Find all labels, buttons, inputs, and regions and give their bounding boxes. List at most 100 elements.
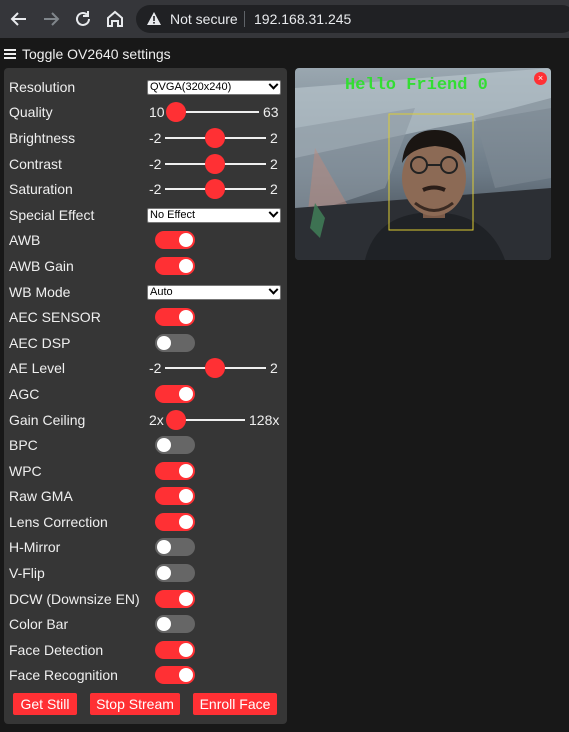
setting-saturation: Saturation -2 2 bbox=[9, 177, 283, 201]
stop-stream-button[interactable]: Stop Stream bbox=[90, 693, 180, 715]
setting-brightness: Brightness -2 2 bbox=[9, 126, 283, 150]
enroll-face-button[interactable]: Enroll Face bbox=[193, 693, 277, 715]
setting-color-bar: Color Bar bbox=[9, 612, 283, 636]
saturation-label: Saturation bbox=[9, 181, 73, 197]
setting-ae-level: AE Level -2 2 bbox=[9, 356, 283, 380]
home-icon[interactable] bbox=[102, 6, 128, 32]
resolution-select[interactable]: QVGA(320x240) bbox=[147, 79, 281, 95]
gain-ceiling-min: 2x bbox=[149, 412, 164, 428]
bpc-toggle[interactable] bbox=[155, 436, 195, 454]
wb-mode-select[interactable]: Auto bbox=[147, 284, 281, 300]
ae-level-thumb[interactable] bbox=[205, 358, 225, 378]
bpc-label: BPC bbox=[9, 437, 38, 453]
awb-toggle[interactable] bbox=[155, 231, 195, 249]
aec-sensor-toggle[interactable] bbox=[155, 308, 195, 326]
awb-label: AWB bbox=[9, 232, 41, 248]
color-bar-toggle[interactable] bbox=[155, 615, 195, 633]
contrast-min: -2 bbox=[149, 156, 162, 172]
face-recognition-toggle[interactable] bbox=[155, 666, 195, 684]
raw-gma-toggle[interactable] bbox=[155, 487, 195, 505]
wb-mode-label: WB Mode bbox=[9, 284, 71, 300]
url-text[interactable]: 192.168.31.245 bbox=[254, 11, 351, 27]
security-label[interactable]: Not secure bbox=[170, 11, 238, 27]
chevron-down-icon bbox=[268, 207, 279, 218]
setting-face-detection: Face Detection bbox=[9, 638, 283, 662]
saturation-min: -2 bbox=[149, 181, 162, 197]
chevron-down-icon bbox=[268, 79, 279, 90]
face-detection-toggle[interactable] bbox=[155, 641, 195, 659]
setting-bpc: BPC bbox=[9, 433, 283, 457]
lens-correction-label: Lens Correction bbox=[9, 514, 108, 530]
setting-face-recognition: Face Recognition bbox=[9, 663, 283, 687]
contrast-max: 2 bbox=[270, 156, 278, 172]
ae-level-max: 2 bbox=[270, 360, 278, 376]
gain-ceiling-max: 128x bbox=[249, 412, 280, 428]
ae-level-label: AE Level bbox=[9, 360, 66, 376]
gain-ceiling-thumb[interactable] bbox=[166, 410, 186, 430]
h-mirror-label: H-Mirror bbox=[9, 539, 61, 555]
lens-correction-toggle[interactable] bbox=[155, 513, 195, 531]
setting-agc: AGC bbox=[9, 382, 283, 406]
v-flip-label: V-Flip bbox=[9, 565, 45, 581]
setting-v-flip: V-Flip bbox=[9, 561, 283, 585]
setting-dcw: DCW (Downsize EN) bbox=[9, 587, 283, 611]
quality-label: Quality bbox=[9, 104, 53, 120]
wpc-label: WPC bbox=[9, 463, 42, 479]
contrast-thumb[interactable] bbox=[205, 154, 225, 174]
back-icon[interactable] bbox=[6, 6, 32, 32]
aec-sensor-label: AEC SENSOR bbox=[9, 309, 101, 325]
dcw-label: DCW (Downsize EN) bbox=[9, 591, 140, 607]
aec-dsp-label: AEC DSP bbox=[9, 335, 71, 351]
warning-icon[interactable] bbox=[146, 11, 162, 27]
color-bar-label: Color Bar bbox=[9, 616, 69, 632]
forward-icon[interactable] bbox=[38, 6, 64, 32]
setting-quality: Quality 10 63 bbox=[9, 100, 283, 124]
wb-mode-value: Auto bbox=[150, 286, 173, 298]
saturation-max: 2 bbox=[270, 181, 278, 197]
dcw-toggle[interactable] bbox=[155, 590, 195, 608]
address-bar[interactable]: Not secure 192.168.31.245 bbox=[136, 5, 569, 33]
quality-thumb[interactable] bbox=[166, 102, 186, 122]
agc-toggle[interactable] bbox=[155, 385, 195, 403]
setting-aec-dsp: AEC DSP bbox=[9, 331, 283, 355]
setting-gain-ceiling: Gain Ceiling 2x 128x bbox=[9, 408, 283, 432]
quality-max: 63 bbox=[263, 104, 279, 120]
brightness-thumb[interactable] bbox=[205, 128, 225, 148]
contrast-label: Contrast bbox=[9, 156, 62, 172]
special-effect-label: Special Effect bbox=[9, 207, 95, 223]
h-mirror-toggle[interactable] bbox=[155, 538, 195, 556]
setting-lens-correction: Lens Correction bbox=[9, 510, 283, 534]
brightness-min: -2 bbox=[149, 130, 162, 146]
get-still-button[interactable]: Get Still bbox=[13, 693, 77, 715]
aec-dsp-toggle[interactable] bbox=[155, 334, 195, 352]
agc-label: AGC bbox=[9, 386, 40, 402]
brightness-label: Brightness bbox=[9, 130, 76, 146]
omnibox-divider bbox=[244, 11, 245, 27]
special-effect-select[interactable]: No Effect bbox=[147, 207, 281, 223]
chevron-down-icon bbox=[268, 284, 279, 295]
toggle-settings-button[interactable]: Toggle OV2640 settings bbox=[4, 44, 171, 64]
setting-resolution: Resolution QVGA(320x240) bbox=[9, 75, 283, 99]
awb-gain-toggle[interactable] bbox=[155, 257, 195, 275]
resolution-label: Resolution bbox=[9, 79, 76, 95]
awb-gain-label: AWB Gain bbox=[9, 258, 74, 274]
stream-overlay-text: Hello Friend 0 bbox=[345, 76, 488, 95]
face-detection-label: Face Detection bbox=[9, 642, 104, 658]
setting-special-effect: Special Effect No Effect bbox=[9, 203, 283, 227]
quality-min: 10 bbox=[149, 104, 165, 120]
special-effect-value: No Effect bbox=[150, 209, 196, 221]
face-recognition-label: Face Recognition bbox=[9, 667, 118, 683]
wpc-toggle[interactable] bbox=[155, 462, 195, 480]
brightness-max: 2 bbox=[270, 130, 278, 146]
setting-wpc: WPC bbox=[9, 459, 283, 483]
setting-raw-gma: Raw GMA bbox=[9, 484, 283, 508]
setting-awb-gain: AWB Gain bbox=[9, 254, 283, 278]
setting-wb-mode: WB Mode Auto bbox=[9, 280, 283, 304]
v-flip-toggle[interactable] bbox=[155, 564, 195, 582]
close-stream-icon[interactable]: × bbox=[534, 72, 547, 85]
ae-level-min: -2 bbox=[149, 360, 162, 376]
menu-icon bbox=[4, 48, 16, 60]
reload-icon[interactable] bbox=[70, 6, 96, 32]
saturation-thumb[interactable] bbox=[205, 179, 225, 199]
setting-awb: AWB bbox=[9, 228, 283, 252]
